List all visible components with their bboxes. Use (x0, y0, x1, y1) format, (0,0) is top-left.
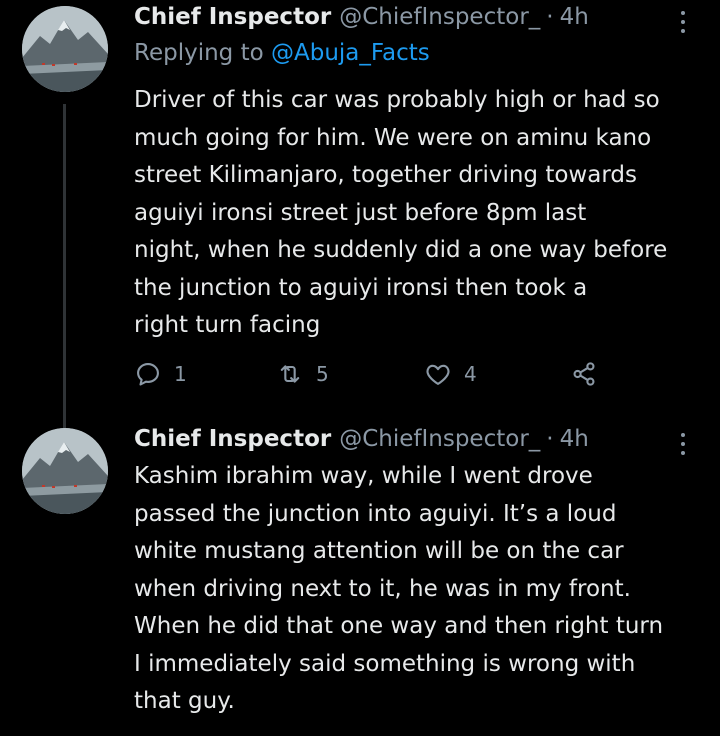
tweet-text: Kashim ibrahim way, while I went drove p… (134, 463, 664, 714)
reply-mention-link[interactable]: @Abuja_Facts (271, 40, 430, 66)
tweet-header: Chief Inspector @ChiefInspector_ · 4h (134, 4, 589, 36)
thread-connector (63, 104, 66, 434)
retweet-count: 5 (316, 362, 329, 386)
like-button[interactable]: 4 (424, 356, 477, 392)
tweet-header: Chief Inspector @ChiefInspector_ · 4h (134, 426, 589, 458)
author-name[interactable]: Chief Inspector (134, 426, 331, 452)
separator: · (546, 4, 554, 30)
retweet-icon (280, 365, 300, 383)
like-count: 4 (464, 362, 477, 386)
avatar[interactable] (22, 428, 108, 514)
replying-to-label: Replying to (134, 40, 264, 66)
tweet[interactable]: Chief Inspector @ChiefInspector_ · 4h Ka… (0, 410, 720, 736)
share-icon (573, 362, 595, 386)
more-options-icon[interactable] (676, 8, 690, 36)
retweet-button[interactable]: 5 (276, 356, 329, 392)
separator: · (546, 426, 554, 452)
author-handle[interactable]: @ChiefInspector_ (339, 426, 540, 452)
reply-count: 1 (174, 362, 187, 386)
heart-icon (426, 364, 450, 385)
author-name[interactable]: Chief Inspector (134, 4, 331, 30)
avatar-image (22, 6, 108, 92)
reply-button[interactable]: 1 (134, 356, 187, 392)
timestamp[interactable]: 4h (560, 4, 589, 30)
avatar-image (22, 428, 108, 514)
author-handle[interactable]: @ChiefInspector_ (339, 4, 540, 30)
more-options-icon[interactable] (676, 430, 690, 458)
tweet-actions: 1 5 4 (134, 356, 614, 392)
timestamp[interactable]: 4h (560, 426, 589, 452)
tweet-text: Driver of this car was probably high or … (134, 87, 668, 338)
share-button[interactable] (570, 356, 598, 392)
reply-icon (137, 363, 159, 386)
avatar[interactable] (22, 6, 108, 92)
tweet[interactable]: Chief Inspector @ChiefInspector_ · 4h Re… (0, 0, 720, 434)
replying-to: Replying to @Abuja_Facts (134, 40, 430, 66)
